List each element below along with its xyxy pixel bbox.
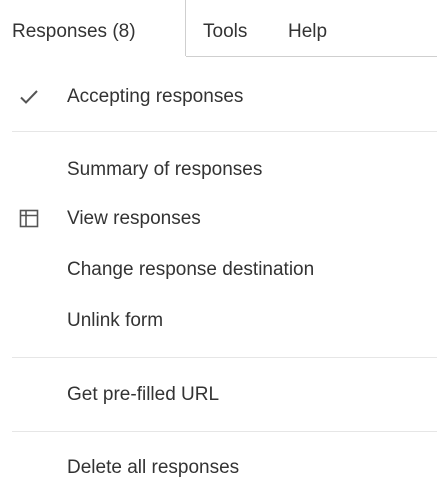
menu-item-label: Unlink form <box>67 310 164 331</box>
menu-item-unlink-form[interactable]: Unlink form <box>0 296 437 346</box>
checkmark-icon <box>19 87 39 107</box>
menu-separator <box>12 131 437 132</box>
menu-item-label: Get pre-filled URL <box>67 384 220 405</box>
menubar-help[interactable]: Help <box>288 0 327 56</box>
forms-responses-menu: Responses (8) Tools Help Accepting respo… <box>0 0 437 499</box>
menu-item-get-prefilled-url[interactable]: Get pre-filled URL <box>0 370 437 420</box>
menu-separator <box>12 431 437 432</box>
table-icon <box>19 209 39 229</box>
menu-item-label: Delete all responses <box>67 457 240 478</box>
menu-item-view-responses[interactable]: View responses <box>0 194 437 244</box>
menu-item-accepting-responses[interactable]: Accepting responses <box>0 72 437 122</box>
menu-item-label: Summary of responses <box>67 159 263 180</box>
menubar-tools[interactable]: Tools <box>203 0 247 56</box>
menubar-responses[interactable]: Responses (8) <box>0 0 186 56</box>
menu-item-change-response-destination[interactable]: Change response destination <box>0 245 437 295</box>
menu-item-label: View responses <box>67 208 201 229</box>
menu-item-label: Accepting responses <box>67 86 244 107</box>
menu-item-label: Change response destination <box>67 259 315 280</box>
menu-separator <box>12 357 437 358</box>
menu-item-delete-all-responses[interactable]: Delete all responses <box>0 443 437 493</box>
menu-bar: Responses (8) Tools Help <box>0 0 437 57</box>
menu-item-summary-of-responses[interactable]: Summary of responses <box>0 145 437 195</box>
menubar-divider <box>186 56 437 57</box>
